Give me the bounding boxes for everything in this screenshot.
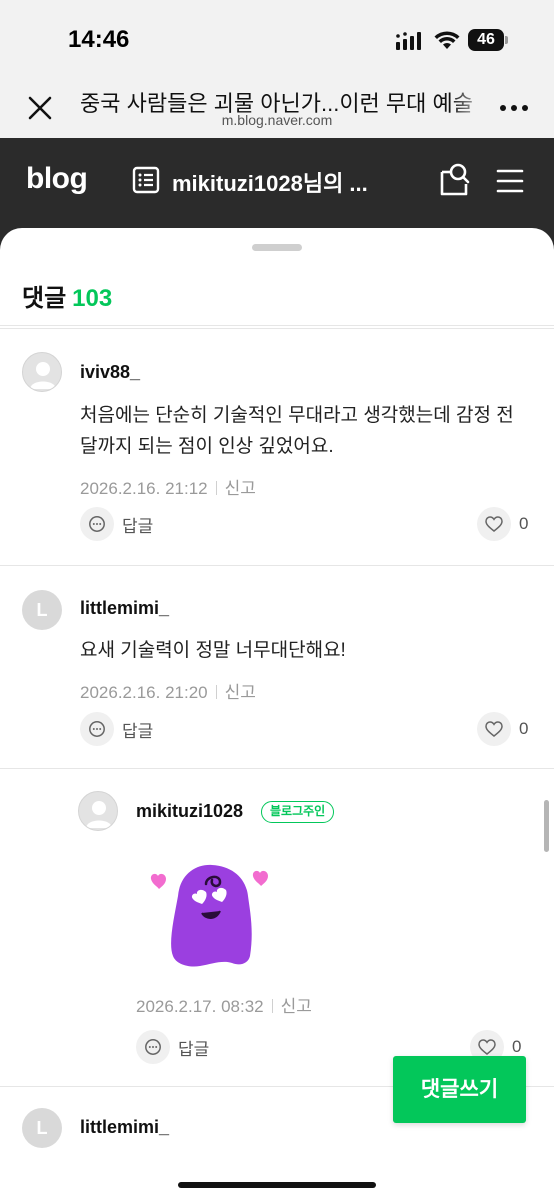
- reply-bubble-icon: [89, 721, 105, 737]
- default-avatar-icon: [86, 801, 112, 828]
- like-count: 0: [519, 719, 529, 738]
- blog-name[interactable]: mikituzi1028님의 ...: [172, 166, 368, 198]
- report-link[interactable]: 신고: [225, 479, 256, 498]
- comment-meta: 2026.2.16. 21:20 신고: [80, 678, 256, 703]
- blog-logo[interactable]: blog: [26, 162, 88, 196]
- comment-meta: 2026.2.16. 21:12 신고: [80, 474, 256, 499]
- divider: [0, 768, 554, 769]
- heart-icon: [485, 516, 503, 532]
- comment-date: 2026.2.17. 08:32: [136, 997, 264, 1016]
- post-list-icon[interactable]: [132, 166, 160, 194]
- reply-button[interactable]: 답글: [80, 712, 153, 746]
- report-link[interactable]: 신고: [225, 683, 256, 702]
- blog-search-icon[interactable]: [438, 162, 470, 198]
- reply-bubble-icon: [89, 516, 105, 532]
- like-button[interactable]: 0: [477, 712, 528, 746]
- battery-icon: 46: [468, 29, 508, 51]
- reply-label: 답글: [122, 516, 154, 536]
- divider: [0, 328, 554, 329]
- wifi-icon: [434, 31, 460, 49]
- scrollbar[interactable]: [544, 800, 549, 852]
- purple-blob-heart-eyes-sticker: [150, 864, 268, 967]
- write-comment-button[interactable]: 댓글쓰기: [393, 1056, 526, 1123]
- comment-date: 2026.2.16. 21:20: [80, 683, 208, 702]
- like-count: 0: [519, 514, 529, 533]
- reply-label: 답글: [122, 721, 154, 741]
- like-count: 0: [512, 1037, 522, 1056]
- menu-icon[interactable]: [496, 168, 524, 194]
- battery-level: 46: [468, 29, 504, 51]
- heart-icon: [478, 1039, 496, 1055]
- comment-username[interactable]: mikituzi1028: [136, 801, 243, 822]
- reply-bubble-icon: [145, 1039, 161, 1055]
- status-bar: 14:46 46: [0, 0, 554, 82]
- report-link[interactable]: 신고: [281, 997, 312, 1016]
- comments-sheet: 댓글 103 iviv88_ 처음에는 단순히 기술적인 무대라고 생각했는데 감…: [0, 228, 554, 1200]
- comment-username[interactable]: littlemimi_: [80, 598, 169, 619]
- comment-text: 요새 기술력이 정말 너무대단해요!: [80, 640, 346, 661]
- cellular-signal-icon: [396, 32, 421, 50]
- comments-count: 103: [72, 285, 113, 312]
- reply-button[interactable]: 답글: [136, 1030, 209, 1064]
- browser-header: 중국 사람들은 괴물 아닌가...이런 무대 예술 m.blog.naver.c…: [0, 82, 554, 138]
- comment-meta: 2026.2.17. 08:32 신고: [136, 992, 312, 1017]
- comment-username[interactable]: iviv88_: [80, 362, 140, 383]
- more-dots-icon[interactable]: [498, 94, 530, 122]
- divider: [0, 565, 554, 566]
- reply-button[interactable]: 답글: [80, 507, 153, 541]
- heart-icon: [485, 721, 503, 737]
- comments-title: 댓글: [22, 285, 67, 312]
- status-time: 14:46: [68, 26, 130, 53]
- avatar[interactable]: [78, 791, 118, 831]
- comment-text: 처음에는 단순히 기술적인 무대라고 생각했는데 감정 전달까지 되는 점이 인…: [80, 405, 514, 457]
- avatar[interactable]: L: [22, 1108, 62, 1148]
- avatar[interactable]: L: [22, 590, 62, 630]
- blog-owner-badge: 블로그주인: [261, 801, 335, 823]
- like-button[interactable]: 0: [477, 507, 528, 541]
- page-url: m.blog.naver.com: [221, 112, 333, 128]
- home-indicator[interactable]: [178, 1182, 376, 1188]
- comment-username[interactable]: littlemimi_: [80, 1117, 169, 1138]
- comment-date: 2026.2.16. 21:12: [80, 479, 208, 498]
- divider: [0, 325, 554, 326]
- reply-label: 답글: [178, 1039, 210, 1059]
- comments-header: 댓글 103: [22, 278, 112, 313]
- avatar[interactable]: [22, 352, 62, 392]
- blog-navbar: blog mikituzi1028님의 ...: [0, 138, 554, 230]
- default-avatar-icon: [30, 362, 56, 389]
- sheet-grabber[interactable]: [252, 244, 302, 251]
